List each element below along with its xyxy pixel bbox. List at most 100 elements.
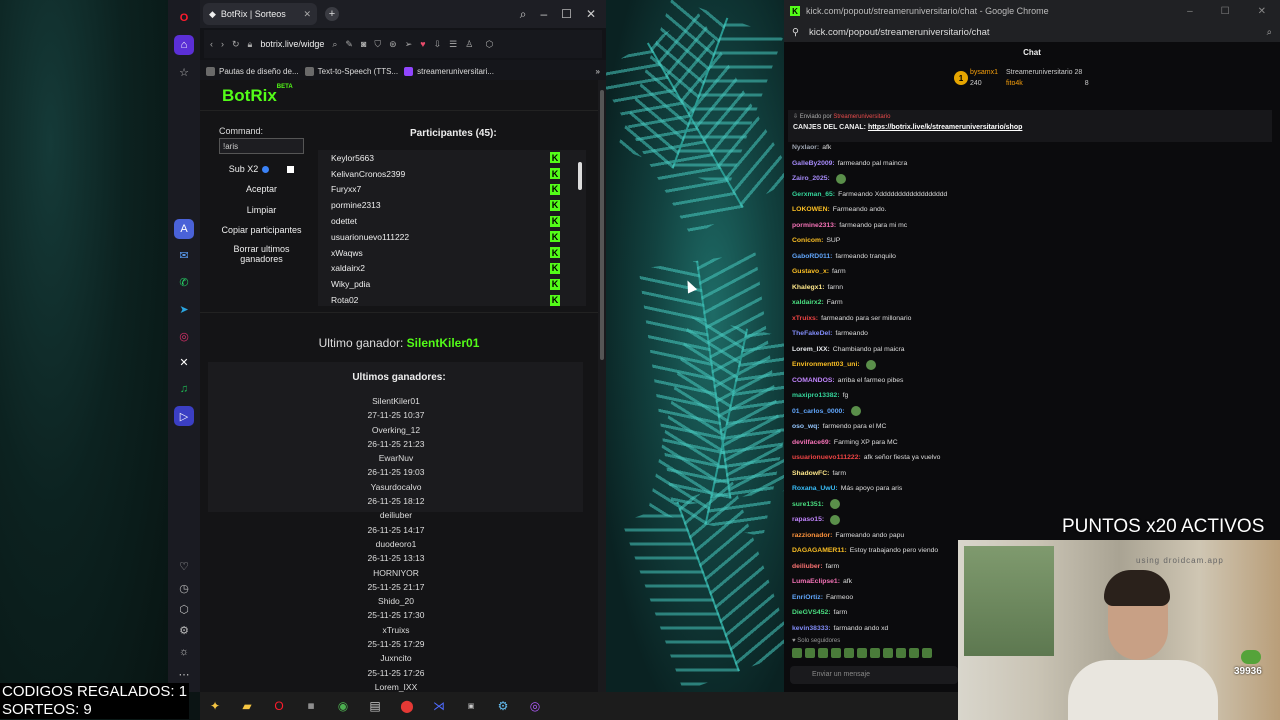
chat-username[interactable]: usuarionuevo111222: xyxy=(792,450,861,466)
chat-username[interactable]: kevin38333: xyxy=(792,621,831,637)
chat-username[interactable]: 01_carlos_0000: xyxy=(792,404,845,420)
home-icon[interactable]: ⌂ xyxy=(174,35,194,55)
close-window-button[interactable]: ✕ xyxy=(1258,6,1266,17)
chat-username[interactable]: Zairo_2025: xyxy=(792,171,830,187)
obs-icon[interactable]: ◎ xyxy=(524,695,546,717)
extensions-icon[interactable]: ⬡ xyxy=(485,39,493,50)
download-icon[interactable]: ⇩ xyxy=(434,39,442,50)
chat-username[interactable]: Khalegx1: xyxy=(792,280,824,296)
leader-user[interactable]: bysamx1 xyxy=(970,69,998,76)
zoom-icon[interactable]: ⌕ xyxy=(332,39,337,50)
x-twitter-icon[interactable]: ✕ xyxy=(174,352,194,372)
chat-username[interactable]: DieGVS452: xyxy=(792,605,831,621)
sub-x2-toggle[interactable]: Sub X2 xyxy=(219,164,304,174)
leader-user[interactable]: fito4k 8 xyxy=(1006,80,1089,87)
accept-button[interactable]: Aceptar xyxy=(219,184,304,194)
chat-username[interactable]: COMANDOS: xyxy=(792,373,835,389)
opera-logo-icon[interactable]: O xyxy=(174,8,194,28)
emote-icon[interactable] xyxy=(857,648,867,658)
chat-username[interactable]: TheFakeDel: xyxy=(792,326,832,342)
bookmark-item[interactable]: Text-to-Speech (TTS... xyxy=(304,66,398,76)
chat-username[interactable]: LOKOWEN: xyxy=(792,202,830,218)
close-icon[interactable]: ✕ xyxy=(303,9,311,20)
chat-username[interactable]: Nyxlaor: xyxy=(792,140,819,156)
cube-icon[interactable]: ⬡ xyxy=(174,599,194,619)
messenger-icon[interactable]: ✉ xyxy=(174,245,194,265)
spotify-icon[interactable]: ♫ xyxy=(174,379,194,399)
calculator-icon[interactable]: ▤ xyxy=(364,695,386,717)
chat-username[interactable]: Gerxman_65: xyxy=(792,187,835,203)
tab-botrix[interactable]: ◆ BotRix | Sorteos ✕ xyxy=(203,3,317,25)
vscode-icon[interactable]: ⋊ xyxy=(428,695,450,717)
chat-username[interactable]: EnriOrtiz: xyxy=(792,590,823,606)
search-icon[interactable]: ⌕ xyxy=(520,7,527,22)
emote-icon[interactable] xyxy=(922,648,932,658)
emote-icon[interactable] xyxy=(831,648,841,658)
emote-icon[interactable] xyxy=(844,648,854,658)
bookmark-item[interactable]: streameruniversitari... xyxy=(404,66,494,76)
chat-username[interactable]: sure1351: xyxy=(792,497,824,513)
participants-scrollbar[interactable] xyxy=(578,156,583,302)
bookmarks-more-icon[interactable]: » xyxy=(596,67,600,76)
search-icon[interactable]: ⌕ xyxy=(1267,27,1272,38)
lightbulb-icon[interactable]: ☼ xyxy=(174,642,194,662)
chat-username[interactable]: razzionador: xyxy=(792,528,832,544)
chat-username[interactable]: xTruixs: xyxy=(792,311,818,327)
forward-icon[interactable]: › xyxy=(221,39,224,49)
site-settings-icon[interactable]: ⚲ xyxy=(792,27,799,38)
shield-icon[interactable]: ⛉ xyxy=(374,39,381,50)
opera-icon[interactable]: O xyxy=(268,695,290,717)
chat-username[interactable]: devilface69: xyxy=(792,435,831,451)
reload-icon[interactable]: ↻ xyxy=(232,39,240,50)
leader-user[interactable]: Streameruniversitario 28 xyxy=(1006,69,1082,76)
chat-username[interactable]: maxipro13382: xyxy=(792,388,840,404)
vpn-icon[interactable]: ⊛ xyxy=(389,39,397,50)
emote-icon[interactable] xyxy=(896,648,906,658)
command-input[interactable] xyxy=(219,138,304,154)
record-icon[interactable]: ⬤ xyxy=(396,695,418,717)
chat-input[interactable]: Enviar un mensaje xyxy=(790,666,958,684)
shop-link[interactable]: https://botrix.live/k/streameruniversita… xyxy=(868,124,1022,131)
chat-username[interactable]: GalleBy2009: xyxy=(792,156,835,172)
new-tab-button[interactable]: + xyxy=(325,7,339,21)
camera-icon[interactable]: ◙ xyxy=(361,39,366,49)
send-icon[interactable]: ➢ xyxy=(405,39,413,50)
app-icon[interactable]: ▦ xyxy=(300,695,322,717)
chat-username[interactable]: GaboRD011: xyxy=(792,249,832,265)
sub-x2-checkbox[interactable] xyxy=(287,165,295,173)
heart-icon[interactable]: ♥ xyxy=(420,39,425,49)
copy-participants-button[interactable]: Copiar participantes xyxy=(219,225,304,235)
chrome-icon[interactable]: ◉ xyxy=(332,695,354,717)
emote-icon[interactable] xyxy=(870,648,880,658)
whatsapp-icon[interactable]: ✆ xyxy=(174,272,194,292)
chat-username[interactable]: Gustavo_x: xyxy=(792,264,829,280)
delete-winners-button[interactable]: Borrar ultimos ganadores xyxy=(219,244,304,264)
bookmark-item[interactable]: Pautas de diseño de... xyxy=(206,66,299,76)
heart-icon[interactable]: ♡ xyxy=(174,556,194,576)
chat-username[interactable]: Environmentt03_uni: xyxy=(792,357,860,373)
chat-username[interactable]: rapaso15: xyxy=(792,512,824,528)
minimize-button[interactable]: – xyxy=(540,7,547,22)
chat-username[interactable]: Conicom: xyxy=(792,233,823,249)
url-field[interactable]: botrix.live/widge xyxy=(260,39,324,49)
profile-icon[interactable]: ♙ xyxy=(465,39,473,50)
chat-username[interactable]: ShadowFC: xyxy=(792,466,829,482)
emote-icon[interactable] xyxy=(818,648,828,658)
maximize-button[interactable]: ☐ xyxy=(561,7,572,22)
epic-games-icon[interactable]: ▣ xyxy=(460,695,482,717)
minimize-button[interactable]: – xyxy=(1187,6,1193,17)
star-icon[interactable]: ☆ xyxy=(174,62,194,82)
chat-username[interactable]: oso_wq: xyxy=(792,419,820,435)
chat-username[interactable]: Roxana_UwU: xyxy=(792,481,838,497)
maximize-button[interactable]: ☐ xyxy=(1221,6,1230,17)
scrollbar-thumb[interactable] xyxy=(600,90,604,360)
instagram-icon[interactable]: ◎ xyxy=(174,326,194,346)
edit-icon[interactable]: ✎ xyxy=(345,39,353,50)
steam-icon[interactable]: ⚙ xyxy=(492,695,514,717)
scrollbar-thumb[interactable] xyxy=(578,162,582,190)
url-field[interactable]: kick.com/popout/streameruniversitario/ch… xyxy=(809,27,990,38)
file-explorer-icon[interactable]: ▰ xyxy=(236,695,258,717)
emote-icon[interactable] xyxy=(909,648,919,658)
emote-icon[interactable] xyxy=(805,648,815,658)
player-icon[interactable]: ▷ xyxy=(174,406,194,426)
